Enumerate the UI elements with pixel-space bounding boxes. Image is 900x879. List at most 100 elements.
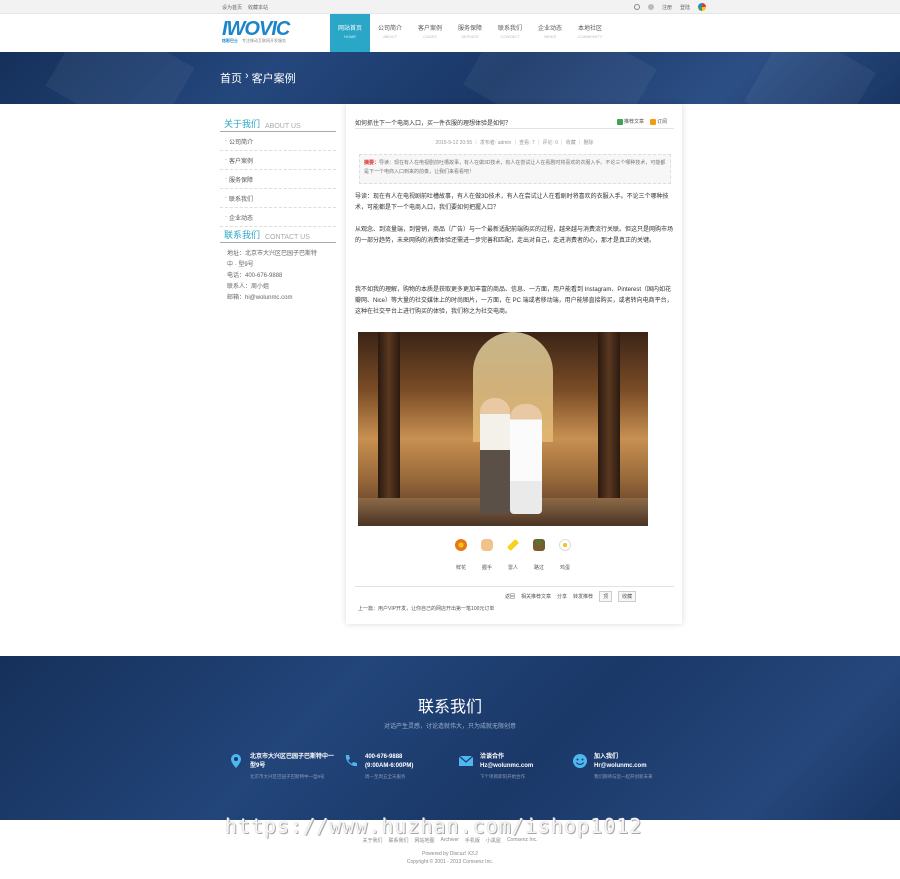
article-paragraph: 从观念、到流量端，到营销，商品（广告）与一个最新适配前端购买的过程，越来越与消费… — [355, 227, 674, 244]
nav-item-service[interactable]: 服务保障 SERVICE — [450, 14, 490, 52]
sidebar-item-cases[interactable]: · 客户案例 — [220, 151, 336, 170]
mood-label: 握手 — [481, 565, 492, 571]
nav-label: 公司简介 — [377, 26, 402, 32]
article-footer-divider — [355, 586, 674, 587]
mood-label: 雷人 — [507, 565, 518, 571]
nav-label: 客户案例 — [417, 26, 442, 32]
footer-phone-hours: (9:00AM-6:00PM) — [365, 763, 414, 769]
summary-text: 导读：现在有人在电视剧前吐槽故事，有人在做3D技术，有人在尝试让人在看剧时将喜欢… — [364, 160, 666, 175]
nav-label-en: COMMUNITY — [577, 34, 603, 39]
article-photo — [358, 332, 648, 526]
footer-title: 联系我们 — [417, 699, 482, 716]
footer-address: 北京市大兴区巴园子巴斯特中一型9号 北京市大兴区巴园子巴斯特中一型9号 — [228, 753, 338, 781]
footer-link[interactable]: 网站地图 — [415, 837, 435, 844]
footer-cooperation-email[interactable]: Hz@wolunmc.com — [480, 762, 533, 771]
footer-link[interactable]: 关于我们 — [363, 837, 383, 844]
breadcrumb-separator: › — [245, 70, 249, 82]
footer-link[interactable]: 联系我们 — [389, 837, 409, 844]
nav-label-en: CONTACT — [500, 34, 520, 39]
sidebar-item-label: 客户案例 — [229, 158, 254, 165]
contact-footer: 联系我们 对话产生灵感，讨论造就伟大，只为成就无限创意 北京市大兴区巴园子巴斯特… — [0, 656, 900, 820]
rss-icon — [650, 118, 657, 125]
bookmark-link[interactable]: 收藏本站 — [248, 4, 268, 11]
banner-decoration — [744, 52, 876, 104]
contact-title-en: CONTACT US — [265, 234, 310, 241]
login-link[interactable]: 登陆 — [680, 4, 690, 11]
logo-sub-tag: 专注移动互联网开发服务 — [242, 38, 286, 43]
mood-egg[interactable]: 鸡蛋 — [558, 539, 572, 571]
footer-link[interactable]: Archiver — [441, 837, 459, 844]
footer-phone-desc: 周一至周五全天服务 — [365, 774, 406, 779]
footer-phone-number: 400-676-9888 — [365, 754, 403, 760]
egg-icon — [559, 539, 571, 551]
previous-article-link[interactable]: 上一篇：用户VIP开发，让你自己的网店开出第一笔100元订单 — [358, 605, 494, 612]
nav-item-contact[interactable]: 联系我们 CONTACT — [490, 14, 530, 52]
set-homepage-link[interactable]: 设为首页 — [222, 4, 242, 11]
nav-item-cases[interactable]: 客户案例 CASES — [410, 14, 450, 52]
mood-handshake[interactable]: 握手 — [480, 539, 494, 571]
register-link[interactable]: 注册 — [662, 4, 672, 11]
logo-sub-cn: 炫彩巴士 — [222, 38, 238, 43]
contact-title-cn: 联系我们 — [224, 230, 261, 240]
nav-label-en: CASES — [423, 34, 437, 39]
sidebar-item-news[interactable]: · 企业动态 — [220, 208, 336, 227]
related-link[interactable]: 相关推荐文章 — [521, 593, 551, 600]
nav-label: 企业动态 — [537, 26, 562, 32]
nav-item-news[interactable]: 企业动态 NEWS — [530, 14, 570, 52]
theme-color-icon[interactable] — [698, 3, 707, 11]
nav-item-community[interactable]: 本地社区 COMMUNITY — [570, 14, 610, 52]
contact-email[interactable]: 邮箱：hi@wolunmc.com — [227, 293, 329, 304]
upvote-label: 顶 — [603, 594, 609, 600]
favorite-button[interactable]: 收藏 — [618, 591, 637, 602]
banner-decoration — [463, 52, 657, 104]
site-logo[interactable]: IWOVIC 炫彩巴士 专注移动互联网开发服务 — [222, 19, 290, 44]
favorite-label: 收藏 — [622, 594, 633, 600]
footer-cooperation-desc: 下个项目即刻开始合作 — [480, 774, 525, 779]
flower-icon — [455, 539, 467, 551]
main-nav: 网站首页 HOME 公司简介 ABOUT 客户案例 CASES 服务保障 SERVICE… — [330, 14, 610, 52]
mood-thunder[interactable]: 雷人 — [506, 539, 520, 571]
nav-item-about[interactable]: 公司简介 ABOUT — [370, 14, 410, 52]
sidebar-item-service[interactable]: · 服务保障 — [220, 170, 336, 189]
mood-passby[interactable]: 路过 — [532, 539, 546, 571]
breadcrumb-current: 客户案例 — [251, 73, 296, 85]
watermark: https://www.huzhan.com/ishop1012 — [225, 814, 643, 838]
sidebar-item-about[interactable]: · 公司简介 — [220, 132, 336, 151]
sidebar-item-contact[interactable]: · 联系我们 — [220, 189, 336, 208]
mood-flower[interactable]: 鲜花 — [454, 539, 468, 571]
sidebar-item-label: 公司简介 — [229, 139, 254, 146]
article-tools: 推荐文章 订阅 — [617, 118, 667, 125]
article-summary: 摘要：导读：现在有人在电视剧前吐槽故事，有人在做3D技术，有人在尝试让人在看剧时… — [359, 154, 671, 184]
contact-info: 地址：北京市大兴区巴园子巴斯特 中 · 型9号 电话：400-676-9888 … — [220, 243, 336, 304]
nav-label-en: SERVICE — [461, 34, 479, 39]
footer-link[interactable]: 手机版 — [465, 837, 480, 844]
article-meta: 2015-9-12 20:55 ｜ 发布者: admin ｜ 查看: 7 ｜ 评… — [435, 140, 594, 146]
upvote-button[interactable]: 顶 — [599, 591, 613, 602]
contact-address-2: 中 · 型9号 — [227, 262, 254, 268]
search-icon[interactable] — [634, 4, 640, 10]
back-link[interactable]: 返回 — [505, 593, 515, 600]
footer-join-email[interactable]: Hr@wolunmc.com — [594, 762, 653, 771]
mood-reactions: 鲜花 握手 雷人 路过 鸡蛋 — [454, 539, 572, 571]
subscribe-button[interactable]: 订阅 — [650, 118, 667, 125]
nav-item-home[interactable]: 网站首页 HOME — [330, 14, 370, 52]
recommend-button[interactable]: 推荐文章 — [617, 118, 644, 125]
article-panel: 如何抓住下一个电商入口，买一件衣服的理想体验是如何？ 推荐文章 订阅 2015-… — [346, 104, 682, 624]
footer-link[interactable]: 小黑屋 — [486, 837, 501, 844]
nav-label-en: HOME — [344, 34, 356, 39]
nav-label: 联系我们 — [497, 26, 522, 32]
mood-label: 鸡蛋 — [559, 565, 570, 571]
footer-link[interactable]: Comsenz Inc. — [507, 837, 538, 844]
breadcrumb-home[interactable]: 首页 — [220, 70, 242, 86]
photo-person — [480, 398, 510, 514]
article-paragraph: 我不如我的理解，购物的本质是获取更多更加丰富的商品、信息、一方面，用户能看到 I… — [355, 287, 673, 315]
footer-join-desc: 我们期待与您一起开创新未来 — [594, 774, 653, 779]
share-link[interactable]: 分享 — [557, 593, 567, 600]
top-utility-bar: 设为首页 收藏本站 注册 登陆 — [0, 0, 900, 14]
footer-address-desc: 北京市大兴区巴园子巴斯特中一型9号 — [250, 774, 325, 779]
logo-tagline: 炫彩巴士 专注移动互联网开发服务 — [222, 38, 289, 44]
nav-label: 网站首页 — [337, 26, 362, 32]
article-paragraph: 导读：现在有人在电视剧前吐槽故事，有人在做3D技术，有人在尝试让人在看剧时将喜欢… — [355, 194, 669, 211]
forward-link[interactable]: 转发推荐 — [573, 593, 593, 600]
subscribe-label: 订阅 — [657, 119, 668, 125]
